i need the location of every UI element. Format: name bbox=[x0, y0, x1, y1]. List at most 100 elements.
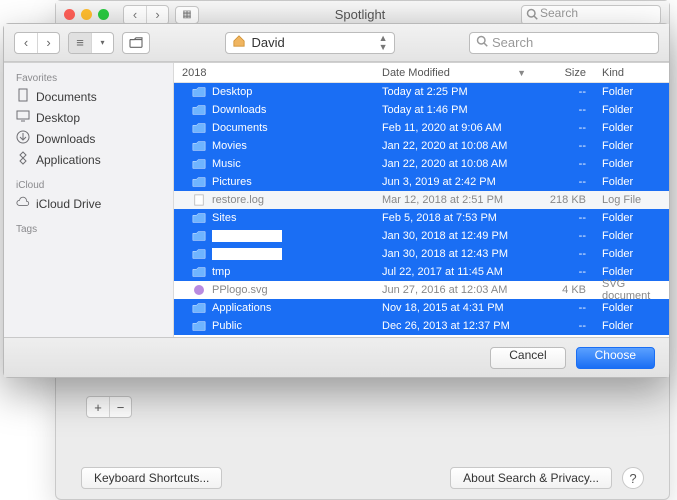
file-kind: Folder bbox=[594, 140, 669, 152]
file-name: Desktop bbox=[212, 86, 252, 98]
file-date: Feb 5, 2018 at 7:53 PM bbox=[374, 212, 534, 224]
file-size: -- bbox=[534, 248, 594, 260]
file-date: Jul 22, 2017 at 11:45 AM bbox=[374, 266, 534, 278]
file-rows: DesktopToday at 2:25 PM--FolderDownloads… bbox=[174, 83, 669, 337]
file-size: -- bbox=[534, 140, 594, 152]
file-date: Jun 3, 2019 at 2:42 PM bbox=[374, 176, 534, 188]
file-row[interactable]: MusicJan 22, 2020 at 10:08 AM--Folder bbox=[174, 155, 669, 173]
path-label: David bbox=[252, 35, 285, 50]
sidebar-item-documents[interactable]: Documents bbox=[4, 86, 173, 107]
file-size: 218 KB bbox=[534, 194, 594, 206]
sidebar-item-desktop[interactable]: Desktop bbox=[4, 107, 173, 128]
col-name[interactable]: 2018 bbox=[174, 67, 374, 79]
sidebar-item-downloads[interactable]: Downloads bbox=[4, 128, 173, 149]
search-icon bbox=[526, 8, 538, 23]
col-date[interactable]: Date Modified▼ bbox=[374, 67, 534, 79]
forward-icon[interactable]: › bbox=[37, 33, 59, 53]
file-size: -- bbox=[534, 302, 594, 314]
help-button[interactable]: ? bbox=[622, 467, 644, 489]
file-name: Music bbox=[212, 158, 241, 170]
file-date: Mar 12, 2018 at 2:51 PM bbox=[374, 194, 534, 206]
file-date: Jan 30, 2018 at 12:49 PM bbox=[374, 230, 534, 242]
sidebar-item-applications[interactable]: Applications bbox=[4, 149, 173, 170]
keyboard-shortcuts-button[interactable]: Keyboard Shortcuts... bbox=[81, 467, 222, 489]
show-all-icon[interactable]: ▦ bbox=[175, 6, 199, 24]
dialog-search-placeholder: Search bbox=[492, 35, 533, 50]
file-date: Jun 27, 2016 at 12:03 AM bbox=[374, 284, 534, 296]
file-name: PPlogo.svg bbox=[212, 284, 268, 296]
add-remove-segment: + − bbox=[86, 396, 132, 418]
close-icon[interactable] bbox=[64, 9, 75, 20]
file-date: Jan 22, 2020 at 10:08 AM bbox=[374, 158, 534, 170]
prefs-search[interactable]: Search bbox=[521, 5, 661, 25]
file-name: Pictures bbox=[212, 176, 252, 188]
app-icon bbox=[16, 151, 30, 168]
remove-button[interactable]: − bbox=[109, 397, 131, 417]
back-icon[interactable]: ‹ bbox=[124, 6, 146, 24]
path-popup[interactable]: David ▲▼ bbox=[225, 32, 395, 54]
file-row[interactable]: Sites Feb 5, 2018 at 7:53 PM--Folder bbox=[174, 209, 669, 227]
home-icon bbox=[232, 35, 246, 50]
file-date: Jan 22, 2020 at 10:08 AM bbox=[374, 140, 534, 152]
dialog-search[interactable]: Search bbox=[469, 32, 659, 54]
cancel-button[interactable]: Cancel bbox=[490, 347, 565, 369]
dropdown-icon[interactable]: ▾ bbox=[91, 33, 113, 53]
chevron-updown-icon: ▲▼ bbox=[379, 34, 388, 52]
traffic-lights bbox=[64, 9, 109, 20]
file-name: Sites bbox=[212, 212, 236, 224]
file-chooser-dialog: ‹ › ≡ ▾ David ▲▼ Search Favorite bbox=[3, 23, 670, 378]
file-row[interactable]: DesktopToday at 2:25 PM--Folder bbox=[174, 83, 669, 101]
file-name: tmp bbox=[212, 266, 230, 278]
col-size[interactable]: Size bbox=[534, 67, 594, 79]
file-kind: Folder bbox=[594, 248, 669, 260]
file-kind: Folder bbox=[594, 86, 669, 98]
sidebar: Favorites Documents Desktop Downloads Appli… bbox=[4, 63, 174, 337]
prefs-title: Spotlight bbox=[205, 7, 515, 22]
sidebar-item-label: Desktop bbox=[36, 111, 80, 125]
sidebar-item-icloud-drive[interactable]: iCloud Drive bbox=[4, 193, 173, 214]
file-kind: Folder bbox=[594, 176, 669, 188]
zoom-icon[interactable] bbox=[98, 9, 109, 20]
forward-icon[interactable]: › bbox=[146, 6, 168, 24]
add-button[interactable]: + bbox=[87, 397, 109, 417]
sidebar-item-label: Applications bbox=[36, 153, 101, 167]
file-kind: Folder bbox=[594, 212, 669, 224]
list-view-icon[interactable]: ≡ bbox=[69, 33, 91, 53]
col-kind[interactable]: Kind bbox=[594, 67, 669, 79]
minimize-icon[interactable] bbox=[81, 9, 92, 20]
file-row[interactable]: ApplicationsNov 18, 2015 at 4:31 PM--Fol… bbox=[174, 299, 669, 317]
view-switcher: ≡ ▾ bbox=[68, 32, 114, 54]
file-size: 4 KB bbox=[534, 284, 594, 296]
file-row[interactable]: DownloadsToday at 1:46 PM--Folder bbox=[174, 101, 669, 119]
file-kind: Folder bbox=[594, 302, 669, 314]
file-row[interactable]: Jan 30, 2018 at 12:49 PM--Folder bbox=[174, 227, 669, 245]
file-kind: Folder bbox=[594, 122, 669, 134]
file-date: Nov 18, 2015 at 4:31 PM bbox=[374, 302, 534, 314]
file-size: -- bbox=[534, 122, 594, 134]
file-row[interactable]: PPlogo.svg Jun 27, 2016 at 12:03 AM4 KBSV… bbox=[174, 281, 669, 299]
choose-button[interactable]: Choose bbox=[576, 347, 655, 369]
file-row[interactable]: Jan 30, 2018 at 12:43 PM--Folder bbox=[174, 245, 669, 263]
about-privacy-button[interactable]: About Search & Privacy... bbox=[450, 467, 612, 489]
sidebar-favorites-header: Favorites bbox=[4, 69, 173, 86]
file-size: -- bbox=[534, 86, 594, 98]
prefs-bottom-bar: Keyboard Shortcuts... About Search & Pri… bbox=[56, 467, 669, 489]
file-row[interactable]: restore.logMar 12, 2018 at 2:51 PM218 KB… bbox=[174, 191, 669, 209]
file-size: -- bbox=[534, 104, 594, 116]
file-row[interactable]: Pictures Jun 3, 2019 at 2:42 PM--Folder bbox=[174, 173, 669, 191]
file-area: 2018 Date Modified▼ Size Kind DesktopTod… bbox=[174, 63, 669, 337]
file-row[interactable]: MoviesJan 22, 2020 at 10:08 AM--Folder bbox=[174, 137, 669, 155]
file-kind: Folder bbox=[594, 266, 669, 278]
file-name: Public bbox=[212, 320, 242, 332]
group-icon[interactable] bbox=[123, 33, 149, 53]
file-kind: SVG document bbox=[594, 278, 669, 302]
file-row[interactable]: PublicDec 26, 2013 at 12:37 PM--Folder bbox=[174, 317, 669, 335]
file-row[interactable]: DocumentsFeb 11, 2020 at 9:06 AM--Folder bbox=[174, 119, 669, 137]
prefs-search-placeholder: Search bbox=[540, 6, 578, 20]
back-icon[interactable]: ‹ bbox=[15, 33, 37, 53]
file-size: -- bbox=[534, 176, 594, 188]
file-size: -- bbox=[534, 212, 594, 224]
file-date: Today at 1:46 PM bbox=[374, 104, 534, 116]
sidebar-item-label: Downloads bbox=[36, 132, 95, 146]
prefs-nav: ‹ › bbox=[123, 5, 169, 25]
